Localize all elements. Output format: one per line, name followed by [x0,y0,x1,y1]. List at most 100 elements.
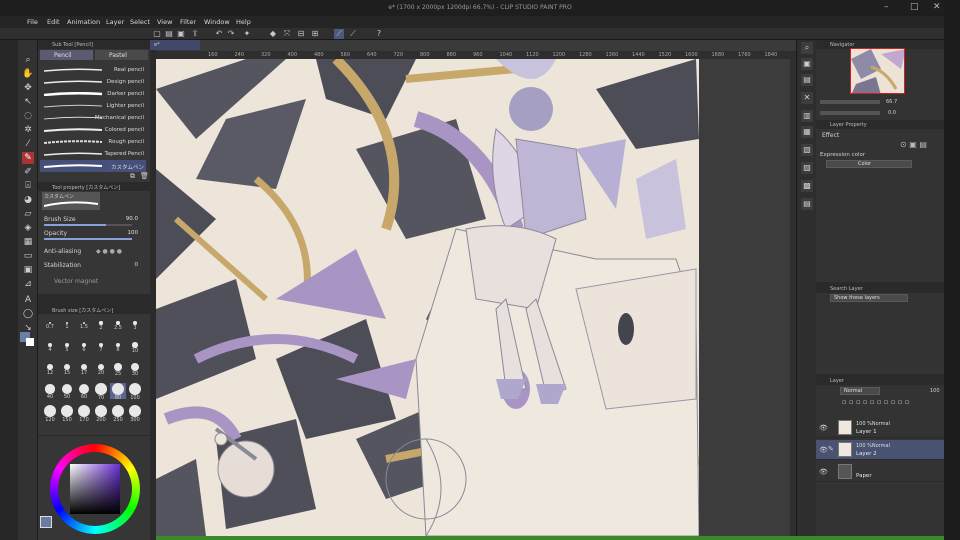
brush-item-darker-pencil[interactable]: Darker pencil [40,88,146,100]
text-icon[interactable]: A [22,294,34,306]
saturation-value-square[interactable] [70,464,120,514]
menu-filter[interactable]: Filter [180,18,196,26]
brush-item-mechanical-pencil[interactable]: Mechanical pencil [40,112,146,124]
rotate-value[interactable]: 0.0 [888,110,896,116]
brush-size-preset[interactable]: 1.5 [76,317,92,333]
fill-tool-icon[interactable]: ◈ [22,222,34,234]
brush-size-preset[interactable]: 120 [42,405,58,423]
layer-row[interactable]: 👁 ✎ 100 %Normal Layer 2 [816,440,944,460]
ruler-icon[interactable]: ⊿ [22,278,34,290]
brush-item-tapered-pencil[interactable]: Tapered Pencil [40,148,146,160]
brush-size-preset[interactable]: 50 [59,383,75,400]
zoom-value[interactable]: 66.7 [886,99,897,105]
brush-item-colored-pencil[interactable]: Colored pencil [40,124,146,136]
brush-size-preset[interactable]: 200 [93,405,109,423]
vector-magnet-row[interactable]: Vector magnet [44,278,144,288]
lasso-icon[interactable]: ◌ [22,110,34,122]
brush-item-lighter-pencil[interactable]: Lighter pencil [40,100,146,112]
menu-view[interactable]: View [157,18,172,26]
brush-size-preset[interactable]: 60 [76,383,92,400]
eraser-icon[interactable]: ▱ [22,208,34,220]
new-icon[interactable]: ▢ [152,29,162,39]
navigator-icon[interactable]: ⌕ [801,42,813,54]
brush-size-preset[interactable]: 100 [127,383,143,401]
info-icon[interactable]: ▤ [801,74,813,86]
export-icon[interactable]: ⇪ [190,29,200,39]
brush-size-preset[interactable]: 3 [127,317,143,333]
zoom-icon[interactable]: ⌕ [22,54,34,66]
brush-size-preset[interactable]: 10 [127,339,143,355]
brush-size-preset[interactable]: 0.7 [42,317,58,333]
navigator-thumbnail[interactable] [850,48,905,94]
clear-icon[interactable]: ✦ [242,29,252,39]
menu-layer[interactable]: Layer [106,18,124,26]
select-object-icon[interactable]: ↖ [22,96,34,108]
anti-aliasing-options-icon[interactable]: ◆ ● ● ● [96,248,122,255]
subview-icon[interactable]: ▣ [801,58,813,70]
brush-size-preset[interactable]: 6 [76,339,92,355]
brush-item-design-pencil[interactable]: Design pencil [40,76,146,88]
close-button[interactable]: ✕ [933,2,941,12]
drawing-canvas[interactable] [156,59,699,536]
layer-icon[interactable]: ▥ [801,110,813,122]
open-icon[interactable]: ▤ [164,29,174,39]
brush-size-preset[interactable]: 40 [42,383,58,400]
brush-size-preset[interactable]: 15 [59,361,75,377]
stabilization-row[interactable]: Stabilization 0 [44,262,144,272]
menu-animation[interactable]: Animation [67,18,100,26]
brush-size-preset[interactable]: 8 [110,339,126,355]
menu-help[interactable]: Help [236,18,251,26]
brush-size-preset[interactable]: 2 [93,317,109,333]
brush-icon[interactable]: ✐ [22,166,34,178]
brush-item-real-pencil[interactable]: Real pencil [40,64,146,76]
new-subtool-icon[interactable]: ⧉ [130,172,135,181]
opacity-value[interactable]: 100 [128,230,139,236]
gradient-icon[interactable]: ▦ [22,236,34,248]
expression-color-dropdown[interactable]: Color [826,160,912,168]
brush-size-preset[interactable]: 30 [127,361,143,377]
layer-opacity-value[interactable]: 100 [930,388,940,394]
auto-action-icon[interactable]: ▤ [801,198,813,210]
balloon-icon[interactable]: ◯ [22,308,34,320]
brush-size-preset[interactable]: 1 [59,317,75,333]
brush-size-value[interactable]: 90.0 [126,216,138,222]
document-tab[interactable]: e* [150,40,200,50]
menu-window[interactable]: Window [204,18,230,26]
brush-size-preset[interactable]: 250 [110,405,126,423]
brush-size-preset[interactable]: 150 [59,405,75,423]
visibility-eye-icon[interactable]: 👁 [819,446,828,454]
snap-icon[interactable]: ⟋ [334,29,344,39]
brush-item-custom-pen[interactable]: カスタムペン [40,160,146,172]
property-icon[interactable]: ✕ [801,92,813,104]
tab-pastel[interactable]: Pastel [95,50,148,60]
blend-mode-dropdown[interactable]: Normal [840,387,880,395]
animation-icon[interactable]: ▩ [801,180,813,192]
brush-size-preset[interactable]: 25 [110,361,126,377]
hand-icon[interactable]: ✋ [22,68,34,80]
layer-row[interactable]: 👁 100 %Normal Layer 1 [816,418,944,438]
brush-size-preset[interactable]: 80 [110,383,126,401]
redo-icon[interactable]: ↷ [226,29,236,39]
effect-buttons-icon[interactable]: ⊙ ▣ ▤ [900,140,927,149]
figure-icon[interactable]: ▭ [22,250,34,262]
magic-wand-icon[interactable]: ✲ [22,124,34,136]
anti-aliasing-row[interactable]: Anti-aliasing ◆ ● ● ● [44,248,144,258]
transform-icon[interactable]: ⤧ [282,29,292,39]
save-icon[interactable]: ▣ [176,29,186,39]
brush-item-rough-pencil[interactable]: Rough pencil [40,136,146,148]
brush-size-preset[interactable]: 7 [93,339,109,355]
brush-size-preset[interactable]: 300 [127,405,143,423]
visibility-eye-icon[interactable]: 👁 [819,468,828,476]
layer-row[interactable]: 👁 Paper [816,462,944,482]
invert-icon[interactable]: ⊞ [310,29,320,39]
eyedropper-icon[interactable]: ⁄ [22,138,34,150]
airbrush-icon[interactable]: ⍓ [22,180,34,192]
minimize-button[interactable]: – [884,2,889,12]
pencil-tool-icon[interactable]: ✎ [22,152,34,164]
brush-size-preset[interactable]: 4 [42,339,58,355]
search-icon[interactable]: ▨ [801,162,813,174]
current-color-swatch[interactable] [40,516,52,528]
menu-edit[interactable]: Edit [47,18,60,26]
layer-filter-dropdown[interactable]: Show these layers [830,294,908,302]
fill-icon[interactable]: ◆ [268,29,278,39]
